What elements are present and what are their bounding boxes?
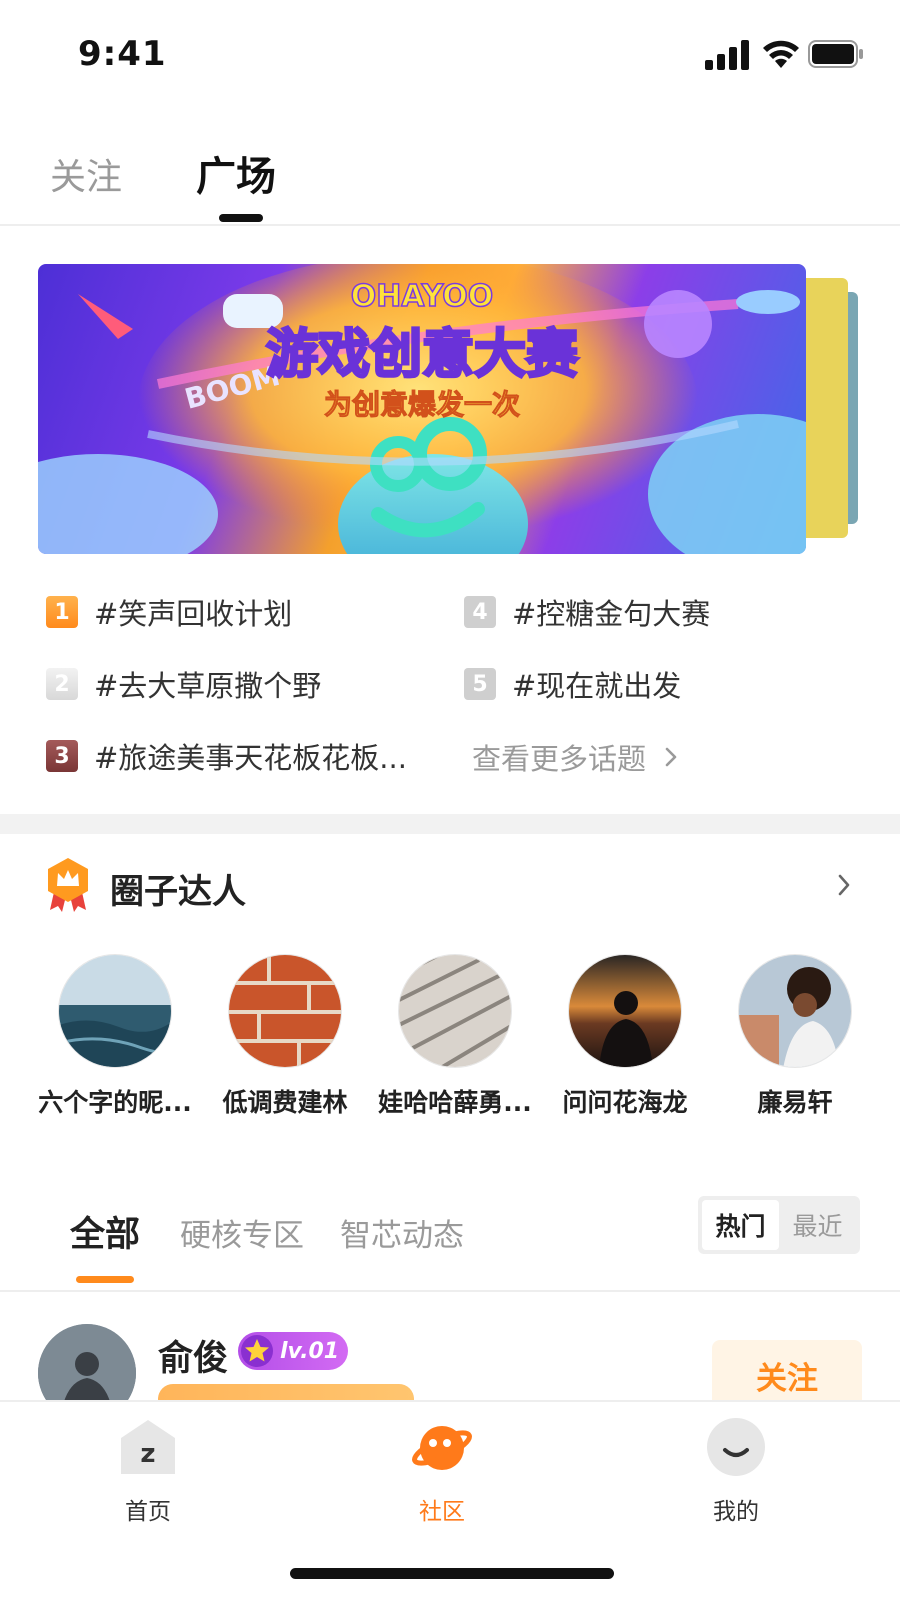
topic-item[interactable]: 2 #去大草原撒个野	[46, 664, 321, 704]
avatar	[568, 954, 682, 1068]
rank-badge: 5	[464, 668, 496, 700]
sort-hot-button[interactable]: 热门	[702, 1200, 779, 1250]
planet-icon	[412, 1426, 472, 1470]
profile-face-icon	[707, 1418, 765, 1476]
wifi-icon	[763, 40, 799, 68]
topic-text: #现在就出发	[512, 669, 682, 703]
expert-name: 廉易轩	[757, 1088, 833, 1117]
expert-item[interactable]: 低调费建林	[200, 954, 370, 1120]
status-time: 9:41	[78, 34, 167, 74]
topic-text: #旅途美事天花板花板...	[94, 741, 407, 775]
tab-square[interactable]: 广场	[196, 144, 276, 202]
avatar	[58, 954, 172, 1068]
home-icon: z	[121, 1420, 175, 1474]
avatar	[398, 954, 512, 1068]
cellular-signal-icon	[705, 40, 749, 70]
experts-header[interactable]: 圈子达人	[44, 856, 864, 916]
expert-item[interactable]: 娃哈哈薛勇...	[370, 954, 540, 1120]
crown-badge-icon	[48, 858, 88, 912]
banner-contest[interactable]: BOOM OHAYOO 游戏创意大赛 为创意爆发一次	[38, 264, 806, 554]
topic-text: #控糖金句大赛	[512, 597, 711, 631]
experts-list: 六个字的昵... 低调费建林 娃哈哈薛勇... 问问花海龙 廉易轩	[30, 954, 880, 1154]
star-icon	[241, 1335, 273, 1367]
tab-hardcore[interactable]: 硬核专区	[180, 1210, 304, 1255]
tab-all[interactable]: 全部	[70, 1206, 140, 1257]
hot-topics: 1 #笑声回收计划 2 #去大草原撒个野 3 #旅途美事天花板花板... 4 #…	[46, 592, 866, 812]
tab-home[interactable]: z 首页	[78, 1416, 218, 1526]
tab-follow[interactable]: 关注	[50, 148, 122, 200]
chevron-right-icon	[838, 874, 850, 896]
battery-icon	[808, 40, 863, 68]
sort-toggle: 热门 最近	[698, 1196, 860, 1254]
community-page: 9:41 关注 广场 BOOM OHAYOO 游戏创意大赛 为创意爆发一次 1 …	[0, 0, 900, 1600]
tab-community-label: 社区	[419, 1499, 465, 1525]
banner-carousel[interactable]: BOOM OHAYOO 游戏创意大赛 为创意爆发一次	[38, 264, 868, 554]
expert-name: 六个字的昵...	[38, 1088, 192, 1117]
top-tab-bar: 关注 广场	[0, 120, 900, 226]
more-topics-link[interactable]: 查看更多话题	[472, 736, 682, 778]
avatar[interactable]	[38, 1324, 136, 1400]
rank-badge: 1	[46, 596, 78, 628]
category-indicator	[76, 1276, 134, 1283]
topic-item[interactable]: 4 #控糖金句大赛	[464, 592, 710, 632]
feed-post[interactable]: 俞俊 lv.01 关注	[0, 1320, 900, 1400]
tab-mine-label: 我的	[713, 1499, 759, 1525]
tab-news[interactable]: 智芯动态	[340, 1210, 464, 1255]
follow-button[interactable]: 关注	[712, 1340, 862, 1400]
banner-brand: OHAYOO	[351, 279, 494, 314]
expert-item[interactable]: 六个字的昵...	[30, 954, 200, 1120]
more-topics-label: 查看更多话题	[472, 742, 647, 776]
expert-item[interactable]: 问问花海龙	[540, 954, 710, 1120]
level-badge: lv.01	[238, 1332, 348, 1370]
expert-name: 问问花海龙	[562, 1088, 688, 1117]
avatar	[738, 954, 852, 1068]
experts-title: 圈子达人	[110, 872, 246, 912]
category-tab-bar: 全部 硬核专区 智芯动态 热门 最近	[0, 1196, 900, 1292]
topic-item[interactable]: 3 #旅途美事天花板花板...	[46, 736, 407, 776]
expert-item[interactable]: 廉易轩	[710, 954, 880, 1120]
svg-text:z: z	[140, 1439, 155, 1469]
expert-name: 娃哈哈薛勇...	[378, 1088, 532, 1117]
rank-badge: 3	[46, 740, 78, 772]
medal-strip	[158, 1384, 414, 1400]
status-bar: 9:41	[0, 0, 900, 110]
banner-title: 游戏创意大赛	[266, 325, 579, 385]
avatar	[228, 954, 342, 1068]
tab-indicator	[219, 214, 263, 222]
section-divider	[0, 814, 900, 834]
tab-mine[interactable]: 我的	[666, 1416, 806, 1526]
tab-community[interactable]: 社区	[372, 1416, 512, 1526]
tab-home-label: 首页	[125, 1499, 171, 1525]
topic-item[interactable]: 1 #笑声回收计划	[46, 592, 292, 632]
home-indicator	[290, 1568, 614, 1579]
topic-text: #笑声回收计划	[94, 597, 293, 631]
topic-item[interactable]: 5 #现在就出发	[464, 664, 681, 704]
level-text: lv.01	[280, 1338, 340, 1364]
sort-recent-button[interactable]: 最近	[779, 1200, 856, 1250]
banner-subtitle: 为创意爆发一次	[324, 388, 520, 421]
post-author[interactable]: 俞俊	[158, 1330, 228, 1381]
rank-badge: 2	[46, 668, 78, 700]
expert-name: 低调费建林	[222, 1088, 348, 1117]
chevron-right-icon	[665, 747, 677, 767]
rank-badge: 4	[464, 596, 496, 628]
banner-artwork: BOOM OHAYOO 游戏创意大赛 为创意爆发一次	[38, 264, 806, 554]
topic-text: #去大草原撒个野	[94, 669, 322, 703]
